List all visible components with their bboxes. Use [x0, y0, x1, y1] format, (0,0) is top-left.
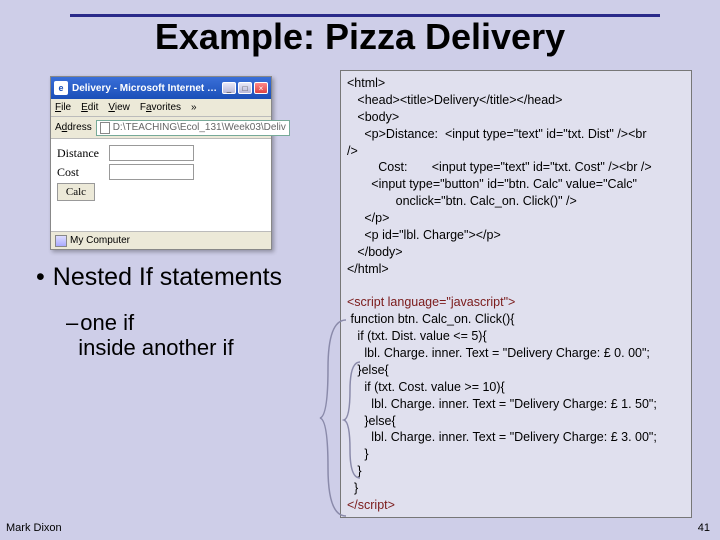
code-script-body: function btn. Calc_on. Click(){ if (txt.… [347, 312, 657, 495]
document-icon [100, 122, 110, 134]
maximize-icon: □ [238, 82, 252, 94]
status-text: My Computer [70, 235, 130, 246]
menu-more: » [191, 102, 197, 113]
address-field: D:\TEACHING\Ecol_131\Week03\Deliv [96, 120, 290, 136]
code-script-open: <script language="javascript"> [347, 295, 515, 309]
code-script-close: </script> [347, 498, 395, 512]
calc-button: Calc [57, 183, 95, 201]
address-bar: Address D:\TEACHING\Ecol_131\Week03\Deli… [51, 117, 271, 139]
menu-view: View [108, 102, 130, 113]
bullet-dash: – [66, 310, 78, 335]
address-value: D:\TEACHING\Ecol_131\Week03\Deliv [113, 122, 286, 133]
bullet-sub-line1: one if [80, 310, 134, 335]
status-bar: My Computer [51, 231, 271, 249]
bullet-sub-line2: inside another if [78, 335, 233, 360]
inner-brace [342, 360, 362, 480]
code-html: <html> <head><title>Delivery</title></he… [347, 76, 652, 276]
slide-title: Example: Pizza Delivery [0, 16, 720, 58]
window-titlebar: e Delivery - Microsoft Internet … _ □ × [51, 77, 271, 99]
bullet-list: • Nested If statements –one if inside an… [36, 264, 316, 360]
window-title: Delivery - Microsoft Internet … [72, 83, 218, 94]
distance-input [109, 145, 194, 161]
computer-icon [55, 235, 67, 247]
ie-icon: e [54, 81, 68, 95]
menu-file: File [55, 102, 71, 113]
minimize-icon: _ [222, 82, 236, 94]
footer-author: Mark Dixon [6, 522, 62, 534]
menu-favorites: Favorites [140, 102, 181, 113]
cost-label: Cost [57, 165, 109, 180]
menu-bar: File Edit View Favorites » [51, 99, 271, 117]
browser-screenshot: e Delivery - Microsoft Internet … _ □ × … [50, 76, 272, 250]
footer-page-number: 41 [698, 522, 710, 534]
bullet-main: Nested If statements [53, 264, 282, 292]
address-label: Address [55, 122, 92, 133]
bullet-dot: • [36, 264, 45, 292]
distance-label: Distance [57, 146, 109, 161]
close-icon: × [254, 82, 268, 94]
cost-input [109, 164, 194, 180]
menu-edit: Edit [81, 102, 98, 113]
page-content: Distance Cost Calc [51, 139, 271, 231]
code-box: <html> <head><title>Delivery</title></he… [340, 70, 692, 518]
